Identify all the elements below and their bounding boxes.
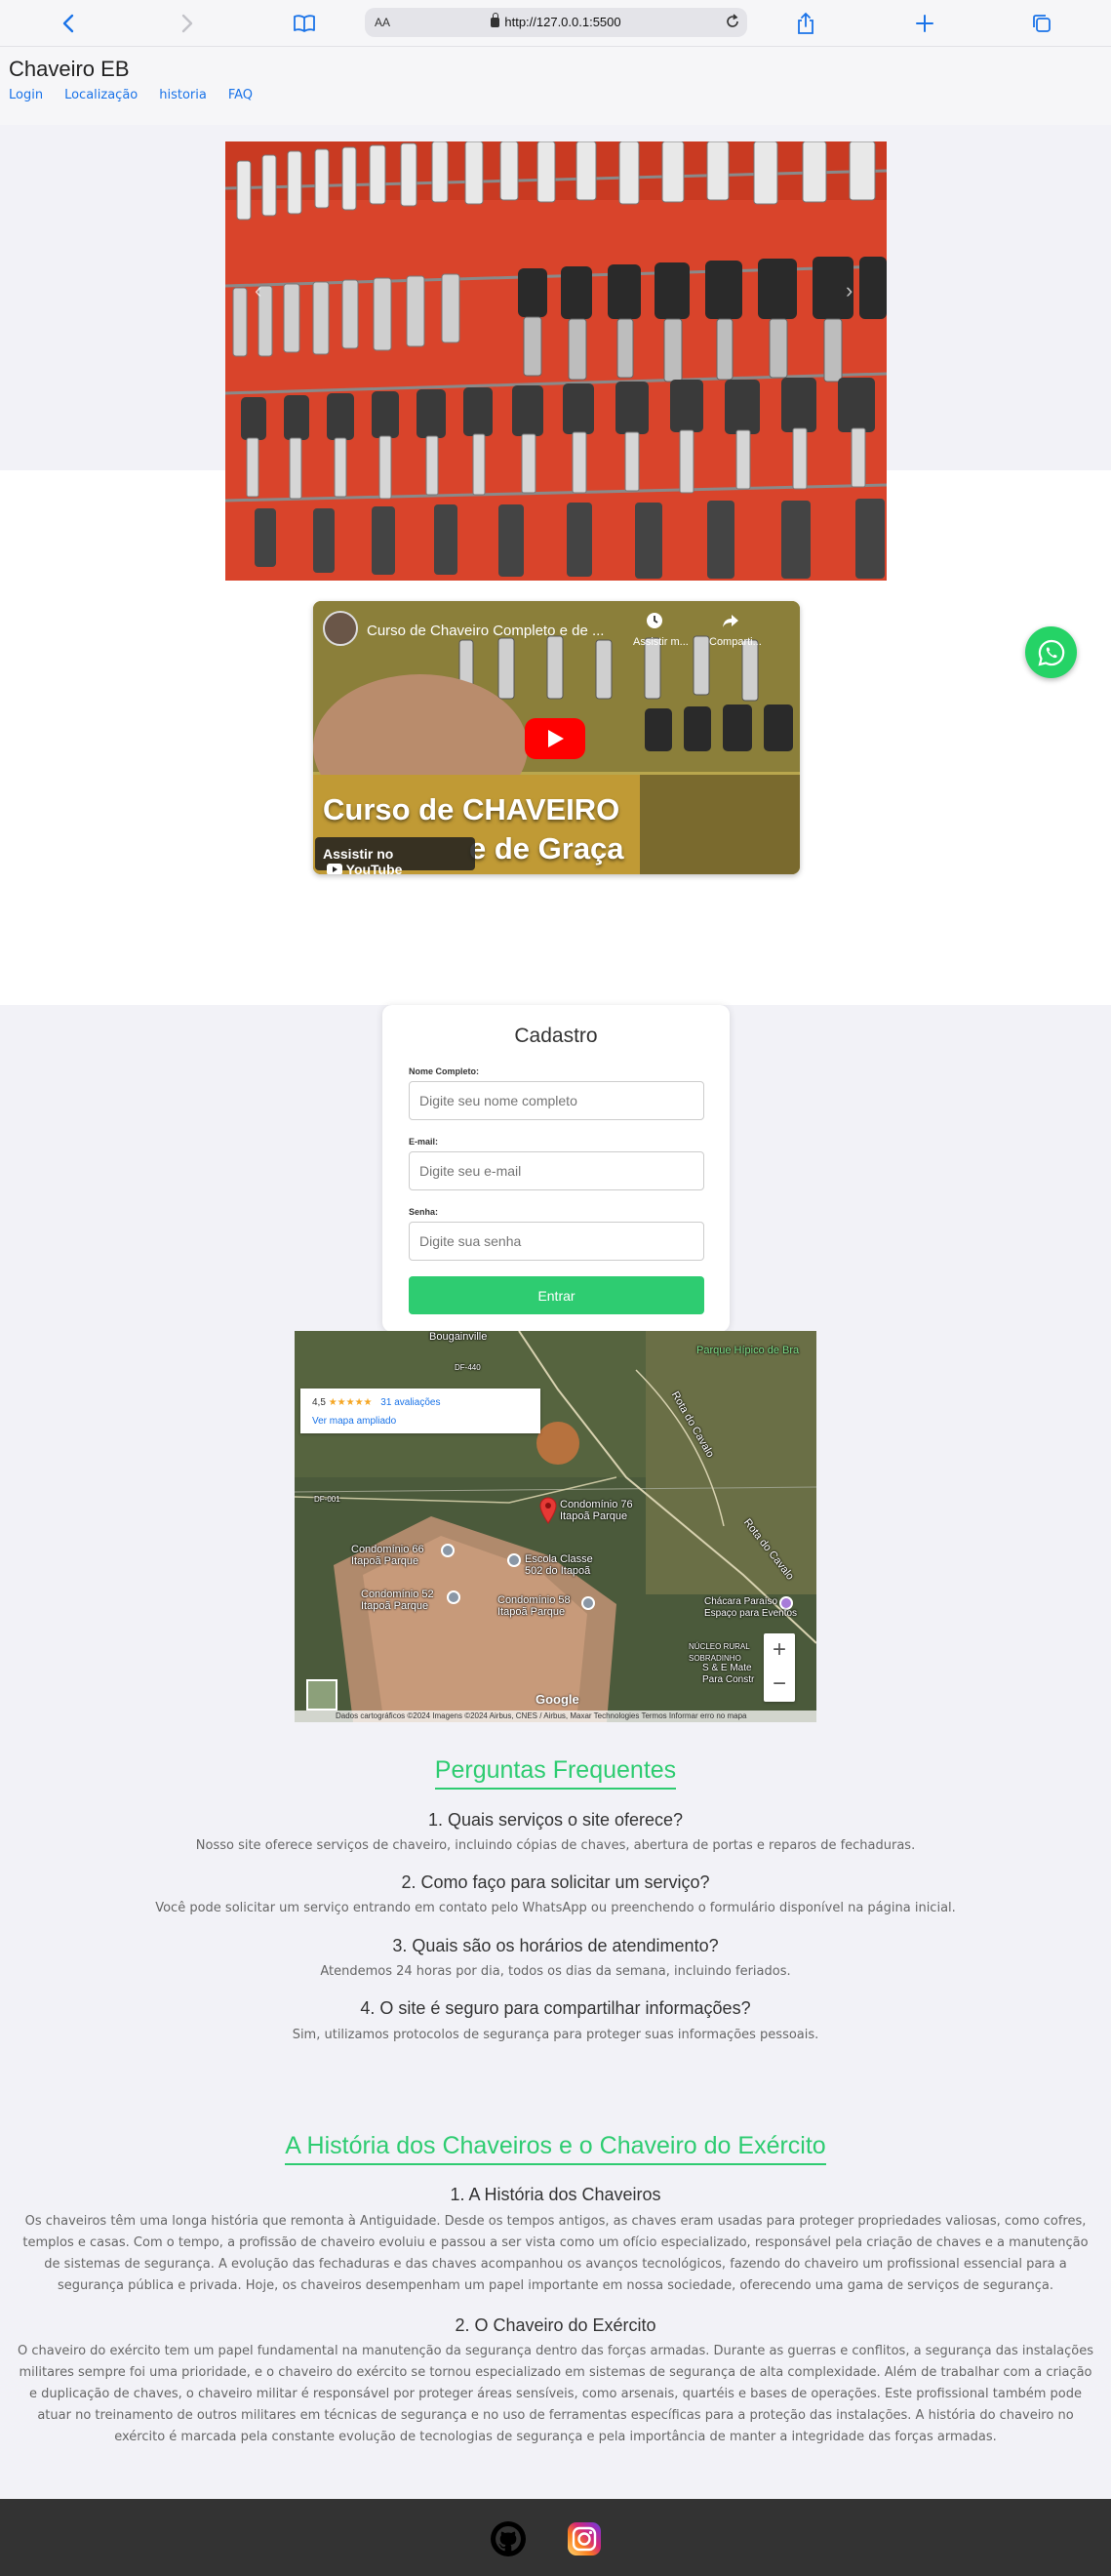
history-paragraph-2: O chaveiro do exército tem um papel fund… bbox=[18, 2344, 1094, 2444]
watch-on-label: Assistir no bbox=[323, 846, 394, 862]
map-marker-icon[interactable] bbox=[441, 1544, 455, 1557]
google-logo: Google bbox=[536, 1692, 579, 1707]
nav-localizacao[interactable]: Localização bbox=[64, 88, 138, 102]
url-text: http://127.0.0.1:5500 bbox=[504, 15, 621, 29]
satellite-toggle[interactable] bbox=[306, 1679, 337, 1711]
email-input[interactable] bbox=[409, 1151, 704, 1190]
map-place-card: 4,5 ★★★★★ 31 avaliações Ver mapa ampliad… bbox=[300, 1389, 540, 1433]
faq-answer-1: Nosso site oferece serviços de chaveiro,… bbox=[195, 1838, 916, 1853]
whatsapp-icon bbox=[1037, 639, 1064, 666]
map-embed[interactable]: 4,5 ★★★★★ 31 avaliações Ver mapa ampliad… bbox=[295, 1331, 816, 1722]
faq-answer-3: Atendemos 24 horas por dia, todos os dia… bbox=[320, 1964, 791, 1979]
carousel-next-icon[interactable]: › bbox=[846, 278, 853, 303]
label-condominio-58: Condomínio 58 Itapoã Parque bbox=[497, 1594, 571, 1618]
form-title: Cadastro bbox=[514, 1025, 598, 1047]
label-condominio-66: Condomínio 66 Itapoã Parque bbox=[351, 1544, 424, 1567]
tabs-icon[interactable] bbox=[1028, 10, 1055, 37]
back-icon[interactable] bbox=[55, 10, 82, 37]
map-marker-icon[interactable] bbox=[507, 1553, 521, 1567]
faq-question-3: 3. Quais são os horários de atendimento? bbox=[392, 1936, 719, 1955]
label-se-materiais: S & E Mate Para Constr bbox=[702, 1663, 755, 1685]
page-band bbox=[0, 125, 1111, 142]
play-icon[interactable] bbox=[525, 718, 585, 759]
channel-avatar[interactable] bbox=[323, 611, 358, 646]
label-condominio-76: Condomínio 76 Itapoã Parque bbox=[560, 1499, 633, 1522]
reload-icon[interactable] bbox=[724, 13, 741, 35]
location-pin-icon[interactable] bbox=[538, 1497, 558, 1524]
hero-carousel-image[interactable]: ‹ › bbox=[225, 141, 887, 581]
history-subtitle-2: 2. O Chaveiro do Exército bbox=[455, 2315, 656, 2335]
faq-question-4: 4. O site é seguro para compartilhar inf… bbox=[360, 1998, 751, 2018]
bookmarks-icon[interactable] bbox=[291, 10, 318, 37]
youtube-label: YouTube bbox=[345, 862, 403, 874]
watch-later-icon[interactable] bbox=[645, 611, 664, 633]
history-title: A História dos Chaveiros e o Chaveiro do… bbox=[0, 2132, 1111, 2165]
email-label: E-mail: bbox=[409, 1137, 439, 1147]
carousel-prev-icon[interactable]: ‹ bbox=[255, 278, 261, 303]
history-paragraph-1: Os chaveiros têm uma longa história que … bbox=[22, 2214, 1089, 2293]
watch-later-label[interactable]: Assistir m... bbox=[633, 636, 689, 648]
caption-line-1: Curso de CHAVEIRO bbox=[323, 792, 620, 826]
map-marker-icon[interactable] bbox=[581, 1596, 595, 1610]
faq-title: Perguntas Frequentes bbox=[0, 1756, 1111, 1790]
faq-answer-2: Você pode solicitar um serviço entrando … bbox=[155, 1901, 956, 1915]
browser-toolbar: AA http://127.0.0.1:5500 bbox=[0, 0, 1111, 47]
youtube-embed[interactable]: Curso de Chaveiro Completo e de ... Assi… bbox=[313, 601, 800, 874]
zoom-controls: + − bbox=[764, 1633, 795, 1702]
address-bar[interactable]: AA http://127.0.0.1:5500 bbox=[365, 8, 747, 37]
label-bougainville: Bougainville bbox=[429, 1331, 488, 1343]
name-input[interactable] bbox=[409, 1081, 704, 1120]
video-title[interactable]: Curso de Chaveiro Completo e de ... bbox=[367, 623, 604, 639]
label-escola: Escola Classe 502 do Itapoã bbox=[525, 1553, 593, 1577]
label-hipico: Parque Hípico de Bra bbox=[696, 1345, 800, 1356]
main-nav: Login Localização historia FAQ bbox=[9, 88, 274, 102]
label-nucleo-rural: NÚCLEO RURAL SOBRADINHO bbox=[689, 1642, 750, 1663]
reviews-link[interactable]: 31 avaliações bbox=[380, 1397, 440, 1408]
site-footer bbox=[0, 2499, 1111, 2576]
youtube-logo-icon: YouTube bbox=[327, 862, 402, 874]
faq-title-text: Perguntas Frequentes bbox=[434, 1756, 677, 1790]
password-input[interactable] bbox=[409, 1222, 704, 1261]
label-condominio-52: Condomínio 52 Itapoã Parque bbox=[361, 1589, 434, 1612]
share-video-icon[interactable] bbox=[721, 611, 740, 633]
history-title-text: A História dos Chaveiros e o Chaveiro do… bbox=[285, 2132, 826, 2165]
site-header: Chaveiro EB Login Localização historia F… bbox=[0, 47, 1111, 125]
forward-icon[interactable] bbox=[174, 10, 201, 37]
share-label[interactable]: Comparti... bbox=[709, 636, 762, 648]
nav-login[interactable]: Login bbox=[9, 88, 43, 102]
password-label: Senha: bbox=[409, 1207, 439, 1217]
history-subtitle-1: 1. A História dos Chaveiros bbox=[450, 2185, 661, 2204]
faq-answer-4: Sim, utilizamos protocolos de segurança … bbox=[292, 2028, 819, 2042]
faq-question-1: 1. Quais serviços o site oferece? bbox=[427, 1810, 684, 1830]
zoom-in-button[interactable]: + bbox=[764, 1633, 795, 1668]
map-attribution: Dados cartográficos ©2024 Imagens ©2024 … bbox=[295, 1711, 816, 1722]
site-brand: Chaveiro EB bbox=[9, 57, 130, 81]
map-marker-icon[interactable] bbox=[447, 1590, 460, 1604]
label-df440: DF-440 bbox=[455, 1363, 481, 1372]
lock-icon bbox=[491, 13, 500, 27]
signup-form-card: Cadastro Nome Completo: E-mail: Senha: E… bbox=[382, 1005, 730, 1332]
whatsapp-button[interactable] bbox=[1025, 626, 1077, 678]
github-icon[interactable] bbox=[490, 2520, 527, 2557]
faq-question-2: 2. Como faço para solicitar um serviço? bbox=[401, 1872, 710, 1892]
nav-historia[interactable]: historia bbox=[159, 88, 207, 102]
enlarge-map-link[interactable]: Ver mapa ampliado bbox=[312, 1416, 396, 1427]
map-rating: 4,5 ★★★★★ 31 avaliações bbox=[312, 1397, 440, 1408]
watch-on-youtube-button[interactable]: Assistir no YouTube bbox=[315, 837, 475, 874]
name-label: Nome Completo: bbox=[409, 1067, 479, 1076]
new-tab-icon[interactable] bbox=[911, 10, 938, 37]
label-df001: DF-001 bbox=[314, 1495, 340, 1504]
submit-button[interactable]: Entrar bbox=[409, 1276, 704, 1314]
rating-stars-icon: ★★★★★ bbox=[328, 1397, 373, 1408]
instagram-icon[interactable] bbox=[566, 2520, 603, 2557]
share-icon[interactable] bbox=[792, 10, 819, 37]
label-chacara: Chácara Paraíso Espaço para Eventos bbox=[704, 1596, 798, 1619]
rating-value: 4,5 bbox=[312, 1397, 326, 1408]
nav-faq[interactable]: FAQ bbox=[228, 88, 253, 102]
zoom-out-button[interactable]: − bbox=[764, 1668, 795, 1702]
